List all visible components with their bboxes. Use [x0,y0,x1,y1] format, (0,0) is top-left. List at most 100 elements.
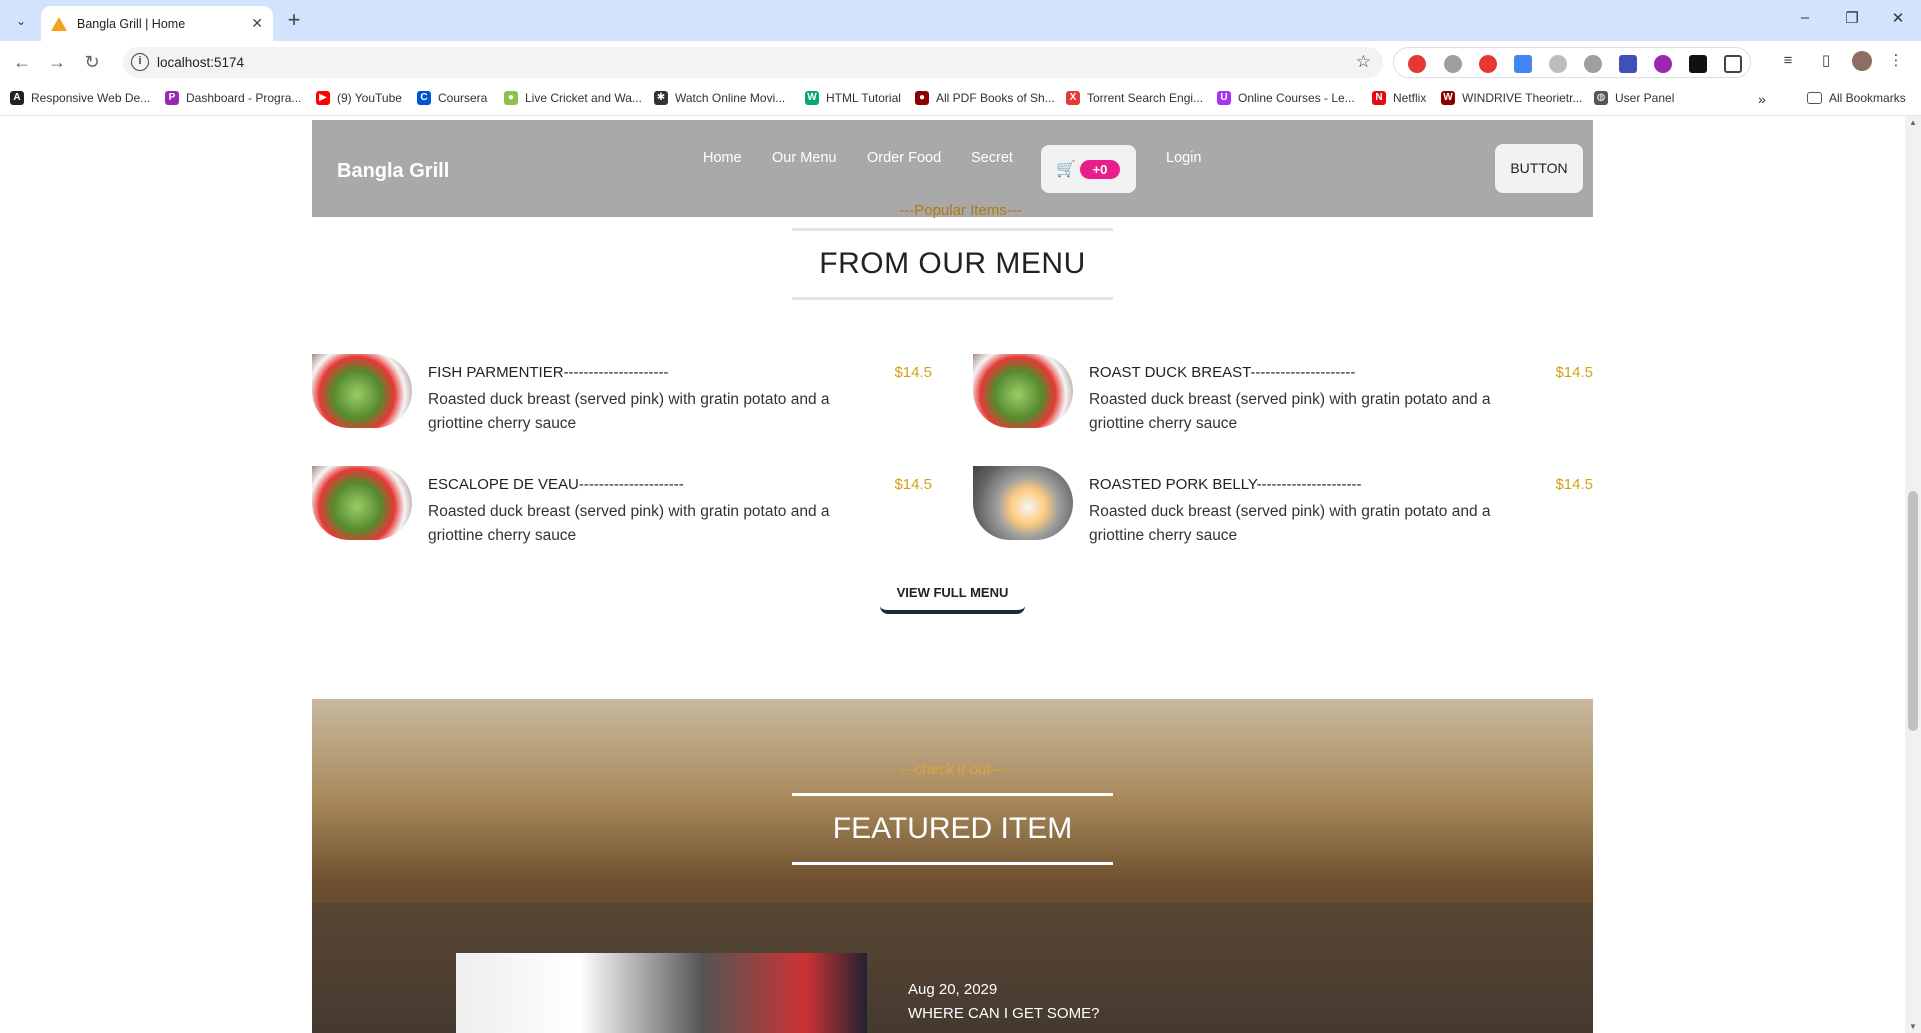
bookmark-favicon-icon: ◍ [1594,91,1608,105]
address-url[interactable]: localhost:5174 [157,55,244,70]
menu-section-title: FROM OUR MENU [819,247,1086,280]
reading-list-icon[interactable]: ≡ [1778,51,1798,71]
bookmark-label: Coursera [438,91,488,105]
menu-item-price: $14.5 [1555,476,1593,493]
featured-date: Aug 20, 2029 [908,981,998,998]
view-full-menu-button[interactable]: VIEW FULL MENU [880,578,1025,614]
menu-item-name: FISH PARMENTIER--------------------- [428,364,669,381]
adblock-extension-icon[interactable] [1408,55,1426,73]
bookmark-item[interactable]: ● All PDF Books of Sh... [915,91,1055,105]
all-bookmarks[interactable]: All Bookmarks [1807,91,1906,105]
bookmark-star-icon[interactable]: ☆ [1356,52,1371,72]
scroll-up-icon[interactable]: ▲ [1908,118,1918,127]
notification-extension-icon[interactable] [1479,55,1497,73]
popular-items-subtitle: ---Popular Items--- [899,202,1022,219]
menu-item-image [312,466,412,540]
menu-item-name: ESCALOPE DE VEAU--------------------- [428,476,684,493]
dark-extension-icon[interactable] [1689,55,1707,73]
bookmark-label: Netflix [1393,91,1427,105]
bookmark-item[interactable]: U Online Courses - Le... [1217,91,1355,105]
tab-title: Bangla Grill | Home [77,16,186,31]
reload-icon[interactable]: ↻ [80,50,104,74]
globe-extension-icon[interactable] [1549,55,1567,73]
menu-section-heading: FROM OUR MENU [792,228,1113,300]
restore-icon[interactable]: ❐ [1842,9,1862,27]
purple-extension-icon[interactable] [1654,55,1672,73]
puzzle-extensions-icon[interactable] [1724,55,1742,73]
tab-search-button[interactable]: ⌄ [10,10,32,32]
menu-item[interactable]: FISH PARMENTIER--------------------- $14… [312,354,932,434]
bookmark-label: Live Cricket and Wa... [525,91,642,105]
minimize-icon[interactable]: – [1795,9,1815,26]
translate2-extension-icon[interactable] [1619,55,1637,73]
bookmark-item[interactable]: P Dashboard - Progra... [165,91,301,105]
menu-item-name: ROASTED PORK BELLY--------------------- [1089,476,1362,493]
featured-title: FEATURED ITEM [832,812,1073,845]
featured-heading: FEATURED ITEM [792,793,1113,865]
menu-item-price: $14.5 [894,364,932,381]
menu-item-description: Roasted duck breast (served pink) with g… [428,391,830,432]
site-info-icon[interactable]: i [131,53,149,71]
menu-kebab-icon[interactable]: ⋮ [1886,51,1906,71]
bookmark-favicon-icon: P [165,91,179,105]
side-panel-icon[interactable]: ▯ [1816,51,1836,71]
scrollbar-thumb[interactable] [1908,491,1918,731]
bookmark-label: Responsive Web De... [31,91,151,105]
translate-extension-icon[interactable] [1514,55,1532,73]
nav-home[interactable]: Home [703,150,742,166]
menu-item-description: Roasted duck breast (served pink) with g… [428,503,830,544]
menu-item[interactable]: ROASTED PORK BELLY--------------------- … [973,466,1593,546]
bookmark-label: All PDF Books of Sh... [936,91,1055,105]
bookmark-label: Online Courses - Le... [1238,91,1355,105]
back-icon[interactable]: ← [10,50,34,74]
bookmark-item[interactable]: W HTML Tutorial [805,91,901,105]
bookmark-favicon-icon: N [1372,91,1386,105]
featured-item-image [456,953,867,1033]
featured-subtitle: ---check it out--- [899,761,1006,778]
menu-item[interactable]: ESCALOPE DE VEAU--------------------- $1… [312,466,932,546]
cart-button[interactable]: 🛒 +0 [1041,145,1136,193]
site-brand[interactable]: Bangla Grill [337,160,449,183]
bookmark-favicon-icon: C [417,91,431,105]
profile-avatar-icon[interactable] [1852,51,1872,71]
all-bookmarks-label: All Bookmarks [1829,91,1906,105]
bookmark-item[interactable]: C Coursera [417,91,487,105]
nav-our-menu[interactable]: Our Menu [772,150,836,166]
bug2-extension-icon[interactable] [1584,55,1602,73]
bookmark-label: User Panel [1615,91,1675,105]
bookmark-item[interactable]: W WINDRIVE Theorietr... [1441,91,1582,105]
close-tab-icon[interactable]: ✕ [251,15,263,32]
menu-item-image [973,466,1073,540]
bookmark-favicon-icon: U [1217,91,1231,105]
nav-login[interactable]: Login [1166,150,1201,166]
more-bookmarks-icon[interactable]: » [1758,91,1766,107]
bookmark-item[interactable]: X Torrent Search Engi... [1066,91,1203,105]
bookmark-item[interactable]: ▶ (9) YouTube [316,91,402,105]
menu-item[interactable]: ROAST DUCK BREAST--------------------- $… [973,354,1593,434]
browser-toolbar: ← → ↻ i localhost:5174 ☆ ≡ ▯ ⋮ [0,41,1921,82]
bookmark-label: Dashboard - Progra... [186,91,302,105]
bookmark-item[interactable]: ◍ User Panel [1594,91,1674,105]
bookmark-favicon-icon: A [10,91,24,105]
header-button[interactable]: BUTTON [1495,144,1583,193]
browser-tabstrip: ⌄ Bangla Grill | Home ✕ + – ❐ ✕ [0,0,1921,41]
bug-extension-icon[interactable] [1444,55,1462,73]
bookmark-item[interactable]: ✱ Watch Online Movi... [654,91,785,105]
bookmark-item[interactable]: N Netflix [1372,91,1426,105]
forward-icon[interactable]: → [45,50,69,74]
new-tab-button[interactable]: + [282,8,306,32]
close-window-icon[interactable]: ✕ [1888,9,1908,27]
address-bar[interactable]: i localhost:5174 ☆ [123,47,1383,78]
bookmark-item[interactable]: ● Live Cricket and Wa... [504,91,642,105]
site-favicon-icon [51,16,67,31]
menu-item-price: $14.5 [1555,364,1593,381]
featured-section: ---check it out--- FEATURED ITEM Aug 20,… [312,699,1593,1033]
nav-order-food[interactable]: Order Food [867,150,941,166]
nav-secret[interactable]: Secret [971,150,1013,166]
bookmark-favicon-icon: ● [915,91,929,105]
browser-tab[interactable]: Bangla Grill | Home ✕ [41,6,273,41]
page-scrollbar[interactable]: ▲ ▼ [1905,116,1921,1033]
bookmark-item[interactable]: A Responsive Web De... [10,91,150,105]
scroll-down-icon[interactable]: ▼ [1908,1022,1918,1031]
folder-icon [1807,92,1822,104]
